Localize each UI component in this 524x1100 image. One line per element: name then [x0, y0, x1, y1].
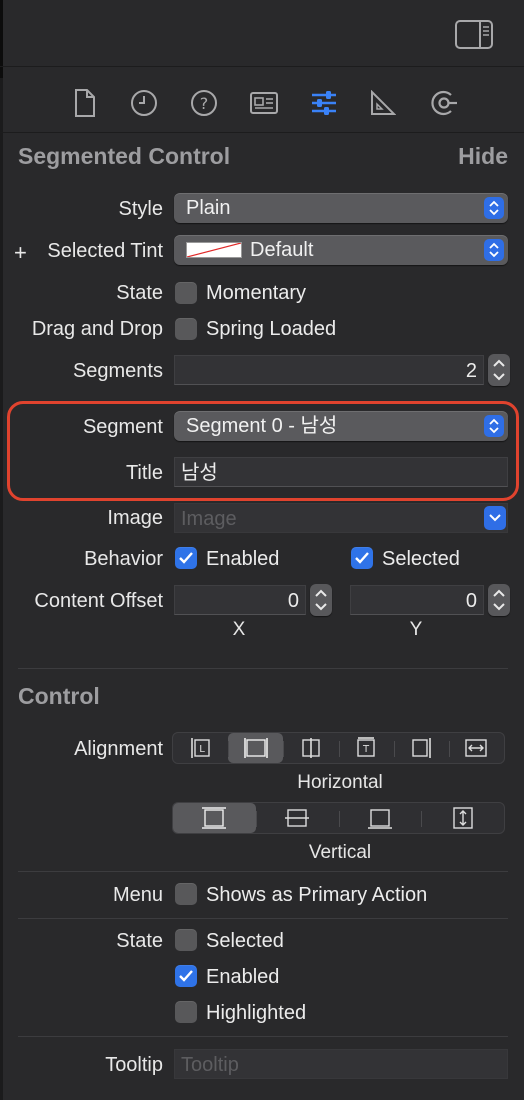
panel-left-border: [0, 0, 3, 1100]
selected-label: Selected: [382, 548, 460, 570]
offset-y-field[interactable]: 0: [350, 585, 484, 615]
color-swatch: [186, 242, 242, 258]
horizontal-caption: Horizontal: [297, 772, 383, 793]
align-leading-icon[interactable]: L: [173, 733, 228, 763]
state-label: State: [116, 282, 163, 304]
chevron-updown-icon: [484, 197, 504, 219]
state-highlighted-checkbox[interactable]: [175, 1001, 197, 1023]
spring-loaded-checkbox[interactable]: [175, 318, 197, 340]
horizontal-alignment-control[interactable]: L T: [172, 732, 505, 764]
align-trailing-icon[interactable]: [393, 733, 449, 763]
state-selected-checkbox[interactable]: [175, 929, 197, 951]
offset-x-stepper[interactable]: [310, 584, 332, 616]
momentary-label: Momentary: [206, 282, 307, 304]
selected-checkbox[interactable]: [351, 547, 373, 569]
valign-stretch-icon[interactable]: [421, 803, 504, 833]
state-highlighted-label: Highlighted: [206, 1002, 307, 1024]
section-divider: [18, 871, 508, 872]
primary-action-checkbox[interactable]: [175, 883, 197, 905]
state-selected-label: Selected: [206, 930, 284, 952]
section-title-segmented-control: Segmented Control: [18, 143, 231, 169]
align-stretch-icon[interactable]: [448, 733, 504, 763]
sliders-icon[interactable]: [309, 88, 339, 118]
image-combobox[interactable]: Image: [174, 503, 508, 533]
tooltip-field[interactable]: Tooltip: [174, 1049, 508, 1079]
style-value: Plain: [186, 197, 231, 219]
checkmark-icon: [355, 552, 369, 564]
section-divider: [18, 668, 508, 669]
svg-text:?: ?: [200, 94, 209, 113]
drag-drop-label: Drag and Drop: [31, 318, 163, 340]
svg-text:L: L: [199, 744, 205, 755]
segments-field[interactable]: 2: [174, 355, 484, 385]
style-label: Style: [118, 198, 163, 220]
offset-y-caption: Y: [409, 619, 423, 640]
align-text-icon[interactable]: T: [338, 733, 394, 763]
enabled-checkbox[interactable]: [175, 547, 197, 569]
add-variation-button[interactable]: +: [14, 240, 27, 266]
section-divider: [18, 1036, 508, 1037]
offset-y-stepper[interactable]: [488, 584, 510, 616]
hide-button[interactable]: Hide: [458, 143, 508, 170]
segment-label: Segment: [82, 416, 163, 438]
selected-tint-popup[interactable]: Default: [174, 235, 508, 265]
file-icon[interactable]: [70, 88, 100, 118]
chevron-updown-icon: [484, 415, 504, 437]
state-enabled-checkbox[interactable]: [175, 965, 197, 987]
behavior-label: Behavior: [84, 548, 163, 570]
selected-tint-value: Default: [250, 239, 314, 261]
title-label: Title: [125, 462, 163, 484]
title-field[interactable]: 남성: [174, 457, 508, 487]
control-state-label: State: [116, 930, 163, 952]
checkmark-icon: [179, 970, 193, 982]
enabled-label: Enabled: [206, 548, 280, 570]
svg-text:T: T: [362, 744, 370, 755]
valign-center-icon[interactable]: [255, 803, 339, 833]
spring-loaded-label: Spring Loaded: [206, 318, 337, 340]
segment-value: Segment 0 - 남성: [186, 415, 338, 437]
alignment-label: Alignment: [74, 738, 163, 760]
vertical-caption: Vertical: [308, 842, 372, 863]
content-offset-label: Content Offset: [34, 590, 163, 612]
sidebar-right-icon[interactable]: [455, 19, 493, 56]
align-center-icon[interactable]: [283, 733, 338, 763]
section-divider: [18, 918, 508, 919]
style-popup[interactable]: Plain: [174, 193, 508, 223]
chevron-down-icon[interactable]: [484, 506, 506, 530]
chevron-updown-icon: [484, 239, 504, 261]
help-icon[interactable]: ?: [189, 88, 219, 118]
offset-x-caption: X: [232, 619, 246, 640]
clock-icon[interactable]: [129, 88, 159, 118]
tabs-divider: [0, 132, 524, 133]
vertical-alignment-control[interactable]: [172, 802, 505, 834]
primary-action-label: Shows as Primary Action: [206, 884, 428, 906]
valign-fill-icon[interactable]: [173, 803, 256, 833]
tooltip-label: Tooltip: [105, 1054, 163, 1076]
menu-label: Menu: [112, 884, 163, 906]
section-title-control: Control: [18, 683, 100, 709]
image-label: Image: [107, 507, 163, 529]
identity-icon[interactable]: [249, 88, 279, 118]
toolbar-divider: [0, 66, 524, 67]
state-enabled-label: Enabled: [206, 966, 280, 988]
segments-stepper[interactable]: [488, 354, 510, 386]
segment-popup[interactable]: Segment 0 - 남성: [174, 411, 508, 441]
checkmark-icon: [179, 552, 193, 564]
selected-tint-label: Selected Tint: [47, 240, 163, 262]
align-fill-icon[interactable]: [228, 733, 284, 763]
connections-icon[interactable]: [429, 88, 459, 118]
segments-label: Segments: [72, 360, 163, 382]
ruler-icon[interactable]: [368, 88, 398, 118]
momentary-checkbox[interactable]: [175, 282, 197, 304]
valign-bottom-icon[interactable]: [338, 803, 422, 833]
offset-x-field[interactable]: 0: [174, 585, 306, 615]
